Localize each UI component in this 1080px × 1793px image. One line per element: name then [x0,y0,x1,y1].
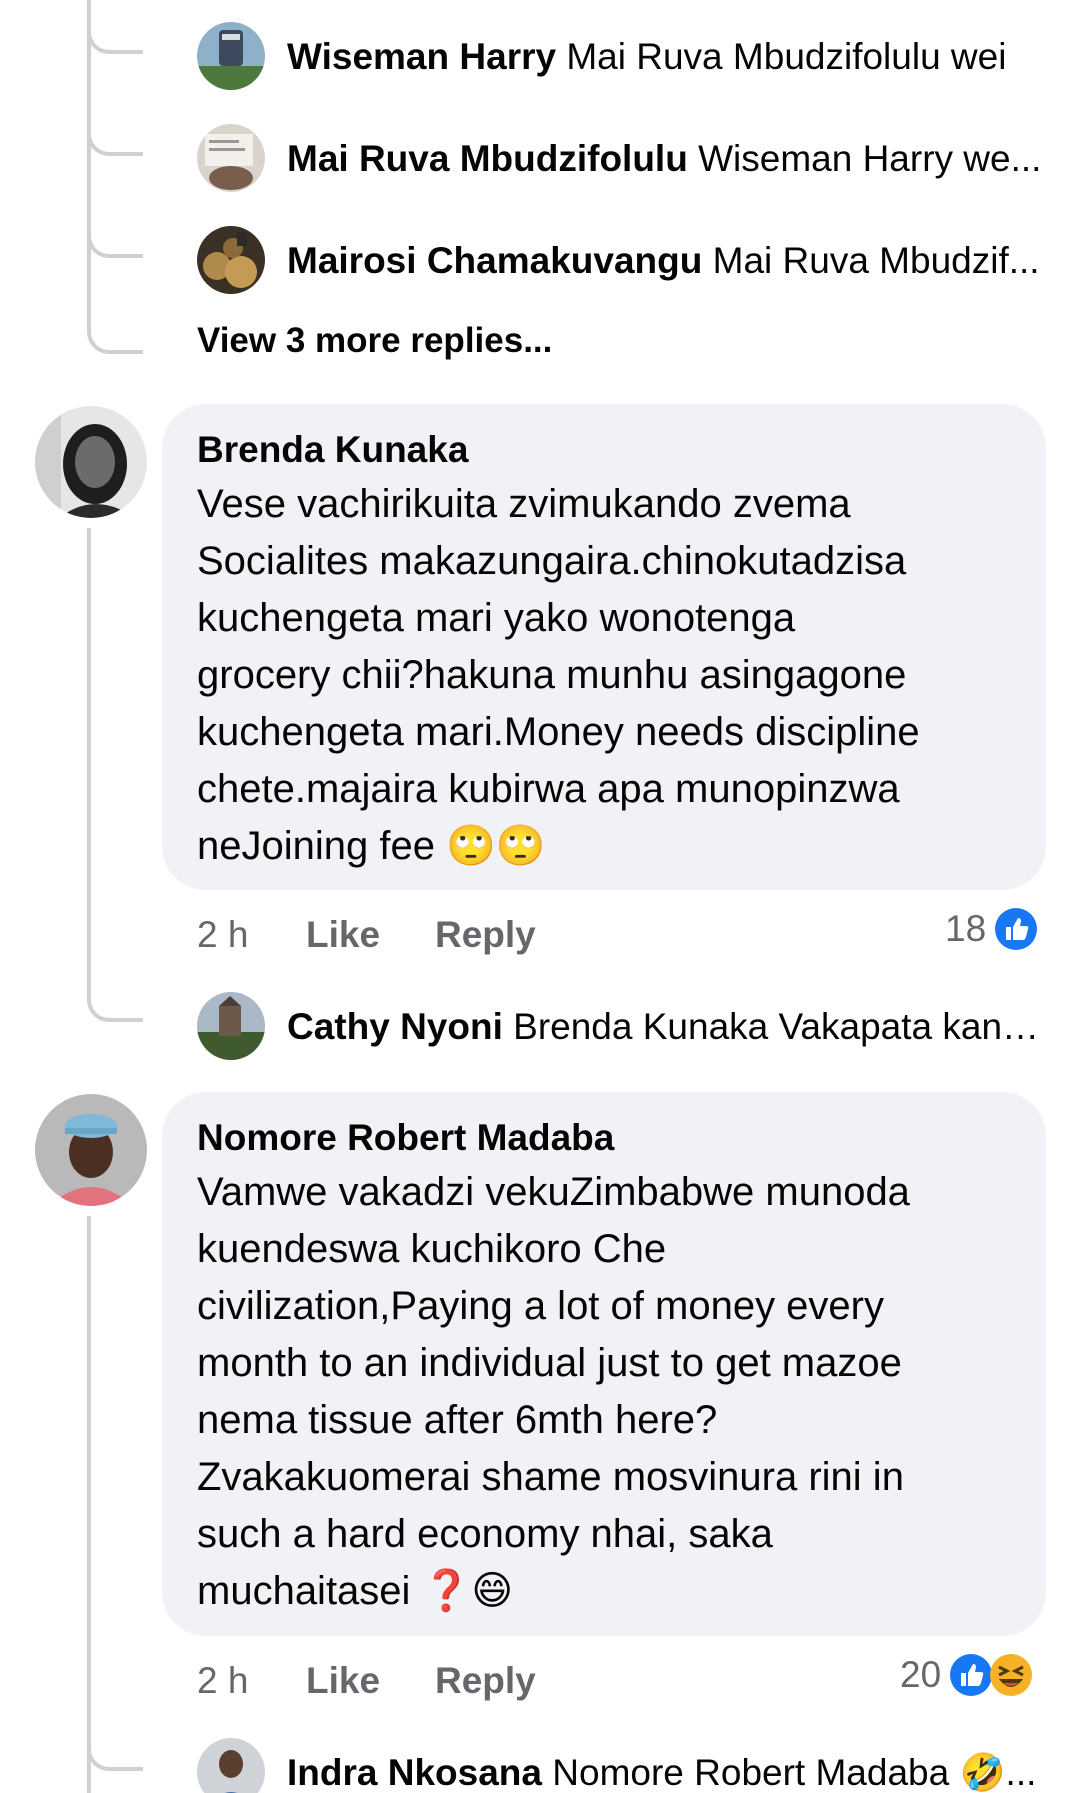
reply-row[interactable]: Wiseman Harry Mai Ruva Mbudzifolulu wei [287,32,1047,82]
comment-timestamp[interactable]: 2 h [197,1656,248,1706]
reply-author[interactable]: Mai Ruva Mbudzifolulu [287,138,688,179]
avatar-image [197,124,265,192]
thread-line [87,1216,91,1793]
reply-author[interactable]: Indra Nkosana [287,1752,542,1793]
avatar[interactable] [197,1738,265,1793]
thread-elbow [87,30,143,54]
avatar[interactable] [197,226,265,294]
comment-body: Vamwe vakadzi vekuZimbabwe munoda kuende… [197,1170,910,1613]
reply-text: Mai Ruva Mbudzif... [712,240,1040,281]
reply-row[interactable]: Mairosi Chamakuvangu Mai Ruva Mbudzif... [287,236,1047,286]
reply-row[interactable]: Cathy Nyoni Brenda Kunaka Vakapata kani.… [287,1002,1047,1052]
reply-text: Nomore Robert Madaba 🤣... [552,1752,1037,1793]
thread-elbow [87,1747,143,1771]
comment-bubble: Brenda Kunaka Vese vachirikuita zvimukan… [162,404,1046,890]
thread-line [87,0,91,330]
avatar-image [197,22,265,90]
comment-author[interactable]: Nomore Robert Madaba [197,1112,1010,1164]
like-icon [949,1653,993,1697]
comment-thread: Wiseman Harry Mai Ruva Mbudzifolulu wei … [0,0,1080,1793]
reaction-count: 18 [945,908,987,949]
thread-elbow [87,330,143,354]
laughing-icon [989,1653,1033,1697]
reply-button[interactable]: Reply [435,1656,536,1706]
reply-row[interactable]: Mai Ruva Mbudzifolulu Wiseman Harry we..… [287,134,1047,184]
avatar[interactable] [35,1094,147,1206]
reply-text: Wiseman Harry we... [698,138,1042,179]
reply-text: Mai Ruva Mbudzifolulu wei [566,36,1007,77]
avatar-image [35,406,147,518]
like-button[interactable]: Like [306,910,380,960]
comment-author[interactable]: Brenda Kunaka [197,424,1010,476]
reaction-summary[interactable]: 18 [945,904,1038,954]
reply-author[interactable]: Wiseman Harry [287,36,556,77]
avatar-image [35,1094,147,1206]
reply-button[interactable]: Reply [435,910,536,960]
thread-elbow [87,998,143,1022]
avatar[interactable] [35,406,147,518]
avatar[interactable] [197,992,265,1060]
avatar[interactable] [197,124,265,192]
thread-elbow [87,132,143,156]
avatar-image [197,226,265,294]
reply-author[interactable]: Cathy Nyoni [287,1006,503,1047]
reply-text: Brenda Kunaka Vakapata kani.... [513,1006,1047,1047]
thread-elbow [87,234,143,258]
view-more-replies-link[interactable]: View 3 more replies... [197,318,552,364]
like-icon [994,907,1038,951]
like-button[interactable]: Like [306,1656,380,1706]
avatar-image [197,1738,265,1793]
reply-author[interactable]: Mairosi Chamakuvangu [287,240,702,281]
reaction-summary[interactable]: 20 [900,1650,1033,1700]
comment-timestamp[interactable]: 2 h [197,910,248,960]
comment-bubble: Nomore Robert Madaba Vamwe vakadzi vekuZ… [162,1092,1046,1636]
avatar-image [197,992,265,1060]
reply-row[interactable]: Indra Nkosana Nomore Robert Madaba 🤣... [287,1748,1047,1793]
reaction-count: 20 [900,1654,942,1695]
avatar[interactable] [197,22,265,90]
thread-line [87,528,91,998]
comment-body: Vese vachirikuita zvimukando zvema Socia… [197,482,920,868]
